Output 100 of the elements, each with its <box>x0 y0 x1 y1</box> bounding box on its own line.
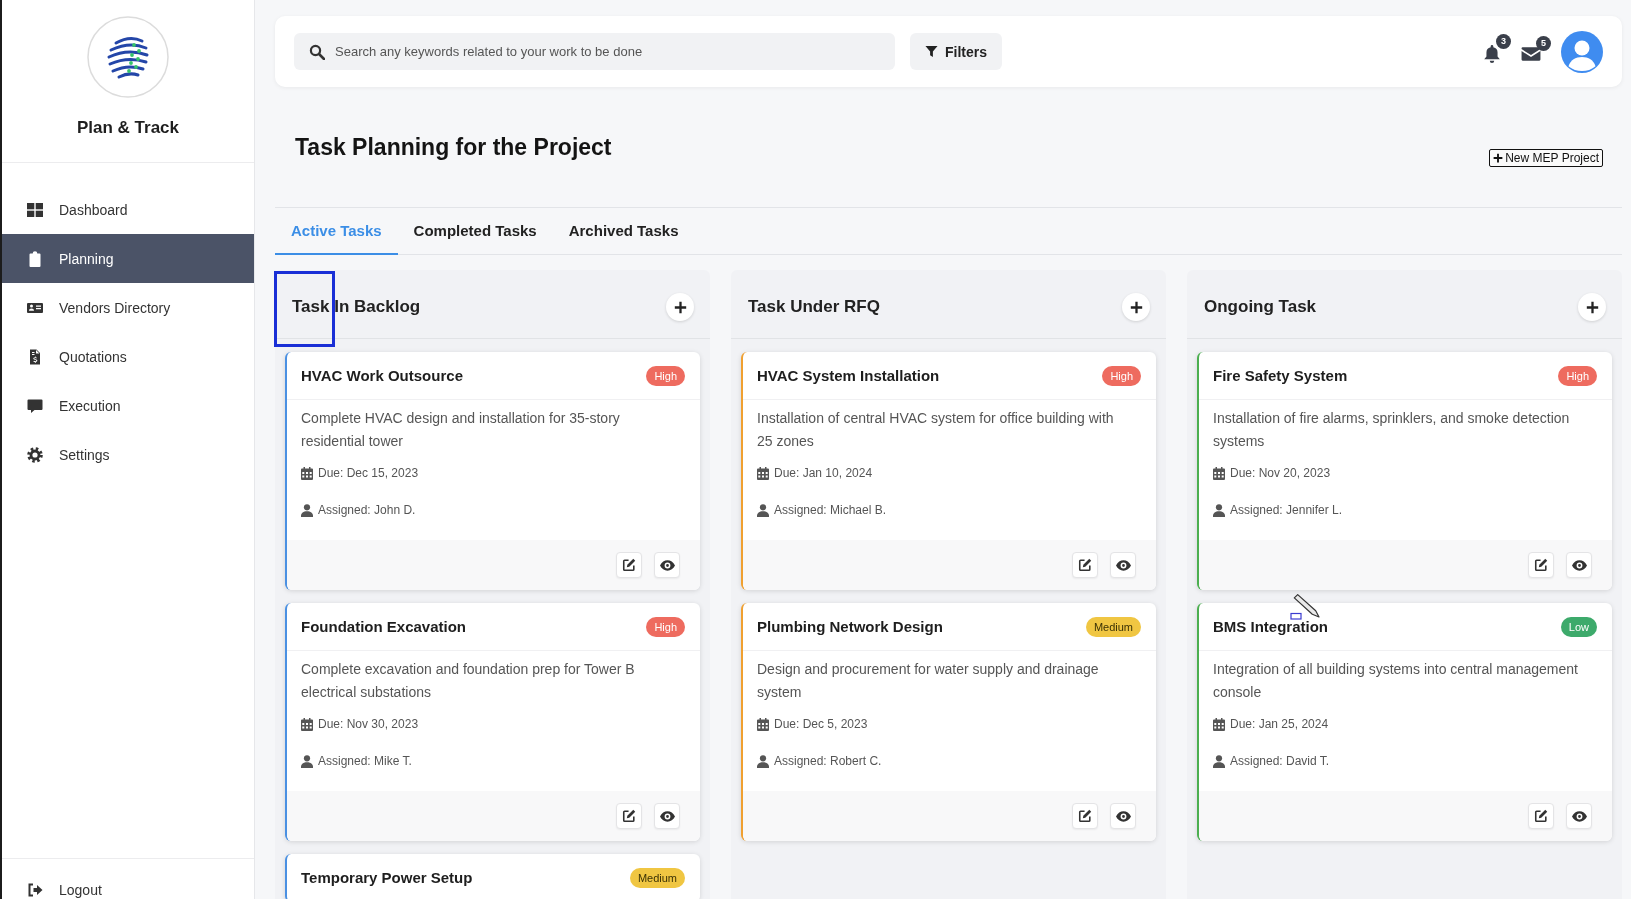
card-title: Foundation Excavation <box>301 618 466 635</box>
edit-icon <box>622 558 636 572</box>
calendar-icon <box>757 466 769 480</box>
edit-button[interactable] <box>1528 803 1554 829</box>
bell-icon[interactable] <box>1483 43 1501 64</box>
priority-tag: High <box>1102 365 1141 386</box>
calendar-icon <box>301 466 313 480</box>
user-icon <box>757 503 769 517</box>
view-button[interactable] <box>1566 803 1592 829</box>
card-title: HVAC System Installation <box>757 367 940 384</box>
calendar-icon <box>301 717 313 731</box>
view-button[interactable] <box>1566 552 1592 578</box>
pencil-cursor-icon <box>1290 594 1320 620</box>
priority-tag: High <box>646 616 685 637</box>
calendar-icon <box>1213 717 1225 731</box>
assignee: Assigned: Mike T. <box>318 753 412 770</box>
add-task-button[interactable] <box>1122 293 1150 321</box>
due-date: Due: Dec 5, 2023 <box>774 716 868 733</box>
column-title: Task In Backlog <box>292 297 421 317</box>
search-icon <box>309 44 325 60</box>
eye-icon <box>1115 810 1131 822</box>
due-date: Due: Nov 20, 2023 <box>1230 465 1331 482</box>
settings-icon <box>27 446 43 463</box>
search-field[interactable]: Search any keywords related to your work to be done <box>294 33 895 70</box>
nav-item[interactable]: Quotations <box>2 332 254 381</box>
edit-button[interactable] <box>1072 803 1098 829</box>
edit-icon <box>1534 558 1548 572</box>
priority-tag: Low <box>1560 616 1597 637</box>
view-button[interactable] <box>1110 552 1136 578</box>
message-count: 5 <box>1536 35 1551 51</box>
card-description: Design and procurement for water supply and drainage system <box>757 660 1100 702</box>
view-button[interactable] <box>654 803 680 829</box>
due-date: Due: Jan 25, 2024 <box>1230 716 1329 733</box>
priority-tag: High <box>1558 365 1597 386</box>
tab[interactable]: Completed Tasks <box>397 208 553 255</box>
card-title: BMS Integration <box>1213 618 1328 635</box>
tab[interactable]: Archived Tasks <box>552 208 695 255</box>
due-date: Due: Dec 15, 2023 <box>318 465 419 482</box>
user-icon <box>1213 754 1225 768</box>
eye-icon <box>1571 810 1587 822</box>
user-icon <box>301 503 313 517</box>
card-title: HVAC Work Outsource <box>301 367 463 384</box>
due-date: Due: Jan 10, 2024 <box>774 465 873 482</box>
logout-link[interactable]: Logout <box>2 859 254 899</box>
logout-icon <box>27 882 43 898</box>
card-description: Installation of central HVAC system for office building with 25 zones <box>757 409 1115 451</box>
edit-button[interactable] <box>1528 552 1554 578</box>
new-project-button[interactable]: New MEP Project <box>1489 149 1603 167</box>
nav-item[interactable]: Vendors Directory <box>2 283 254 332</box>
speech-bubble-icon <box>27 397 43 414</box>
due-date: Due: Nov 30, 2023 <box>318 716 419 733</box>
eye-icon <box>659 559 675 571</box>
card-description: Installation of fire alarms, sprinklers, and smoke detection systems <box>1213 409 1571 451</box>
card-description: Complete excavation and foundation prep for Tower B electrical substations <box>301 660 636 702</box>
edit-icon <box>1534 809 1548 823</box>
assignee: Assigned: Michael B. <box>774 502 887 519</box>
nav-item[interactable]: Dashboard <box>2 185 254 234</box>
logo-icon <box>87 16 169 98</box>
notification-count: 3 <box>1496 33 1511 49</box>
clipboard-icon <box>27 250 43 267</box>
filter-icon <box>925 45 938 58</box>
card-title: Plumbing Network Design <box>757 618 943 635</box>
brand-name: Plan & Track <box>76 117 180 139</box>
card-title: Temporary Power Setup <box>301 869 473 886</box>
nav-item[interactable]: Planning <box>2 234 254 283</box>
column-title: Ongoing Task <box>1204 297 1317 317</box>
edit-icon <box>622 809 636 823</box>
view-button[interactable] <box>654 552 680 578</box>
plus-icon <box>1585 300 1599 314</box>
edit-button[interactable] <box>616 552 642 578</box>
priority-tag: Medium <box>1085 616 1141 637</box>
assignee: Assigned: John D. <box>318 502 416 519</box>
assignee: Assigned: Robert C. <box>774 753 882 770</box>
add-task-button[interactable] <box>666 293 694 321</box>
add-task-button[interactable] <box>1578 293 1606 321</box>
calendar-icon <box>757 717 769 731</box>
priority-tag: High <box>646 365 685 386</box>
edit-icon <box>1078 809 1092 823</box>
filters-button[interactable]: Filters <box>910 33 1002 70</box>
user-icon <box>301 754 313 768</box>
nav-item[interactable]: Settings <box>2 430 254 479</box>
eye-icon <box>659 810 675 822</box>
edit-icon <box>1078 558 1092 572</box>
calendar-icon <box>1213 466 1225 480</box>
plus-icon <box>673 300 687 314</box>
plus-icon <box>1129 300 1143 314</box>
avatar-icon[interactable] <box>1561 30 1603 73</box>
plus-icon <box>1493 153 1504 163</box>
assignee: Assigned: Jennifer L. <box>1230 502 1343 519</box>
view-button[interactable] <box>1110 803 1136 829</box>
card-description: Integration of all building systems into central management console <box>1213 660 1579 702</box>
card-title: Fire Safety System <box>1213 367 1348 384</box>
assignee: Assigned: David T. <box>1230 753 1330 770</box>
edit-button[interactable] <box>1072 552 1098 578</box>
envelope-icon[interactable] <box>1521 45 1541 62</box>
priority-tag: Medium <box>629 867 685 888</box>
eye-icon <box>1115 559 1131 571</box>
nav-item[interactable]: Execution <box>2 381 254 430</box>
page-title: Task Planning for the Project <box>295 133 612 162</box>
edit-button[interactable] <box>616 803 642 829</box>
